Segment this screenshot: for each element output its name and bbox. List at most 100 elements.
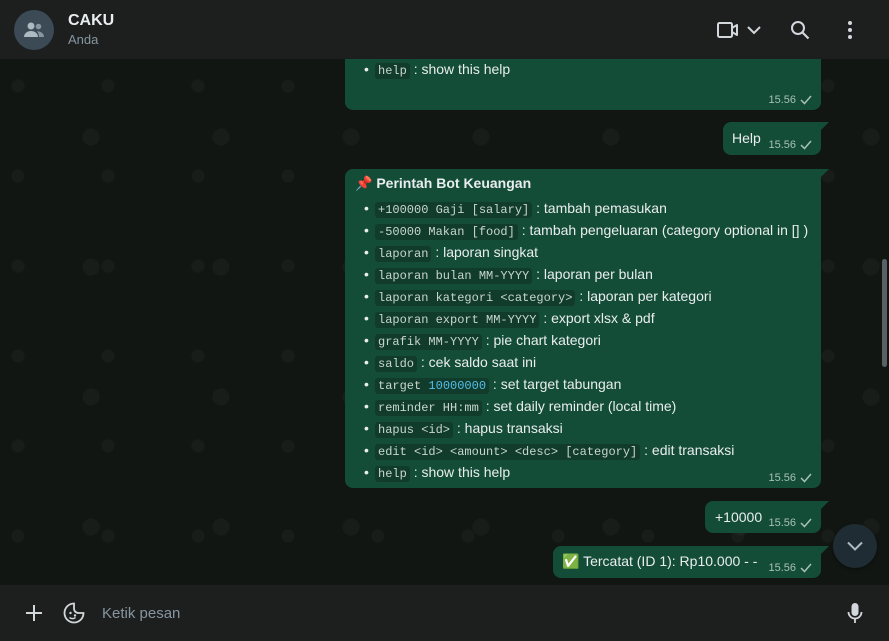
- bubble-tail: [819, 501, 829, 511]
- command-code: help: [375, 63, 410, 79]
- command-code: target 10000000: [375, 378, 490, 394]
- group-icon: [24, 22, 44, 37]
- voice-message-button[interactable]: [835, 593, 875, 633]
- video-call-button[interactable]: [711, 10, 767, 50]
- plus-icon: [26, 605, 42, 621]
- chat-header: CAKU Anda: [0, 0, 889, 59]
- message-time: 15.56: [768, 517, 796, 529]
- message-text: ✅ Tercatat (ID 1): Rp10.000 - -: [562, 553, 757, 570]
- command-list: +100000 Gaji [salary] : tambah pemasukan…: [360, 198, 808, 484]
- command-code: hapus <id>: [375, 422, 454, 438]
- command-code: laporan: [375, 246, 432, 262]
- message-text: Help: [732, 130, 761, 146]
- check-icon: [800, 518, 812, 528]
- command-code: -50000 Makan [food]: [375, 224, 518, 240]
- chat-subtitle: Anda: [68, 31, 99, 47]
- message-bubble-outgoing[interactable]: help : show this help 15.56: [345, 59, 821, 110]
- command-code: edit <id> <amount> <desc> [category]: [375, 444, 641, 460]
- search-button[interactable]: [775, 10, 825, 50]
- message-time: 15.56: [768, 562, 796, 574]
- command-code: saldo: [375, 356, 418, 372]
- command-item: help : show this help: [360, 462, 808, 484]
- command-description: : laporan singkat: [435, 244, 539, 260]
- command-code: laporan kategori <category>: [375, 290, 576, 306]
- message-title: 📌 Perintah Bot Keuangan: [355, 174, 531, 192]
- message-meta: 15.56: [768, 472, 812, 484]
- command-item: edit <id> <amount> <desc> [category] : e…: [360, 440, 808, 462]
- command-description: : laporan per kategori: [579, 288, 712, 304]
- command-code-prefix: target: [378, 379, 429, 393]
- command-item: hapus <id> : hapus transaksi: [360, 418, 808, 440]
- check-icon: [800, 140, 812, 150]
- command-description: : pie chart kategori: [485, 332, 601, 348]
- check-icon: [800, 473, 812, 483]
- command-code: +100000 Gaji [salary]: [375, 202, 533, 218]
- command-item: laporan export MM-YYYY : export xlsx & p…: [360, 308, 808, 330]
- message-list[interactable]: help : show this help 15.56 Help 15.56 📌…: [0, 59, 889, 585]
- sticker-icon: [63, 602, 85, 624]
- sticker-button[interactable]: [54, 593, 94, 633]
- command-description: : set target tabungan: [492, 376, 622, 392]
- message-bubble-outgoing[interactable]: 📌 Perintah Bot Keuangan +100000 Gaji [sa…: [345, 169, 829, 488]
- command-description: : tambah pengeluaran (category optional …: [521, 222, 809, 238]
- message-time: 15.56: [768, 472, 796, 484]
- command-item: +100000 Gaji [salary] : tambah pemasukan: [360, 198, 808, 220]
- command-description: : cek saldo saat ini: [420, 354, 537, 370]
- command-code: help: [375, 466, 410, 482]
- more-vertical-icon: [848, 20, 852, 39]
- message-composer: Ketik pesan: [0, 585, 889, 641]
- check-icon: [800, 95, 812, 105]
- group-avatar[interactable]: [14, 9, 54, 50]
- command-code-number: 10000000: [428, 379, 487, 393]
- chevron-down-icon: [747, 25, 761, 34]
- attach-button[interactable]: [14, 593, 54, 633]
- message-bubble-outgoing[interactable]: +10000 15.56: [705, 501, 829, 533]
- command-code: grafik MM-YYYY: [375, 334, 482, 350]
- pushpin-icon: 📌: [355, 175, 373, 191]
- message-meta: 15.56: [768, 139, 812, 151]
- scrollbar-thumb[interactable]: [882, 259, 887, 367]
- message-time: 15.56: [768, 139, 796, 151]
- video-call-icon: [717, 21, 738, 38]
- command-item: laporan bulan MM-YYYY : laporan per bula…: [360, 264, 808, 286]
- command-code: laporan export MM-YYYY: [375, 312, 540, 328]
- scroll-to-bottom-button[interactable]: [833, 524, 877, 568]
- bubble-tail: [819, 546, 829, 556]
- message-input[interactable]: Ketik pesan: [94, 593, 835, 633]
- command-description: : hapus transaksi: [456, 420, 563, 436]
- command-item: laporan kategori <category> : laporan pe…: [360, 286, 808, 308]
- microphone-icon: [847, 603, 863, 623]
- message-title-text: Perintah Bot Keuangan: [376, 175, 532, 191]
- command-description: : edit transaksi: [644, 442, 735, 458]
- command-item: saldo : cek saldo saat ini: [360, 352, 808, 374]
- command-code: laporan bulan MM-YYYY: [375, 268, 533, 284]
- check-mark-emoji-icon: ✅: [562, 553, 580, 569]
- message-time: 15.56: [768, 94, 796, 106]
- command-item: target 10000000 : set target tabungan: [360, 374, 808, 396]
- message-text: +10000: [715, 509, 763, 525]
- message-meta: 15.56: [768, 562, 812, 574]
- command-description: : show this help: [413, 464, 511, 480]
- command-item: help : show this help: [360, 59, 510, 81]
- command-description: : export xlsx & pdf: [543, 310, 655, 326]
- chat-title: CAKU: [68, 11, 115, 29]
- chevron-down-icon: [847, 541, 863, 551]
- command-description: : laporan per bulan: [536, 266, 653, 282]
- chat-info[interactable]: CAKU Anda: [68, 11, 711, 49]
- message-bubble-outgoing[interactable]: ✅ Tercatat (ID 1): Rp10.000 - - 15.56: [553, 546, 829, 578]
- bubble-tail: [819, 122, 829, 132]
- message-text-body: Tercatat (ID 1): Rp10.000 - -: [583, 553, 758, 569]
- command-description: : tambah pemasukan: [536, 200, 667, 216]
- command-item: laporan : laporan singkat: [360, 242, 808, 264]
- command-item: grafik MM-YYYY : pie chart kategori: [360, 330, 808, 352]
- command-code: reminder HH:mm: [375, 400, 482, 416]
- search-icon: [791, 20, 810, 39]
- menu-button[interactable]: [825, 10, 875, 50]
- command-item: -50000 Makan [food] : tambah pengeluaran…: [360, 220, 808, 242]
- command-description: : set daily reminder (local time): [485, 398, 677, 414]
- message-meta: 15.56: [768, 517, 812, 529]
- bubble-tail: [819, 169, 829, 179]
- message-bubble-outgoing[interactable]: Help 15.56: [723, 122, 829, 155]
- check-icon: [800, 563, 812, 573]
- command-description: : show this help: [413, 61, 511, 77]
